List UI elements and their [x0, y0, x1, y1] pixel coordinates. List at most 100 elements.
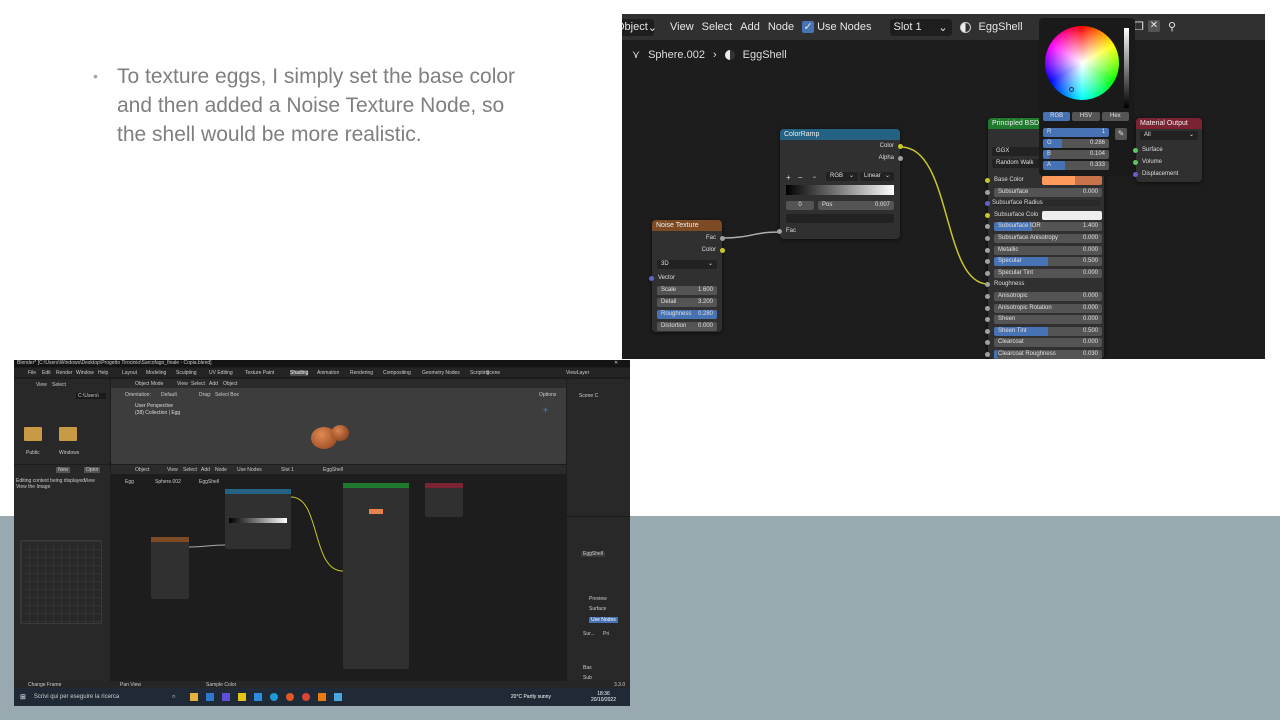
- workspace-tab[interactable]: Texture Paint: [245, 370, 274, 376]
- app-icon[interactable]: [221, 693, 230, 701]
- folder-icon[interactable]: [24, 427, 42, 441]
- socket-fac-out[interactable]: [720, 236, 725, 241]
- workspace-tab[interactable]: UV Editing: [209, 370, 233, 376]
- bsdf-input-row[interactable]: Specular Tint 0.000: [994, 268, 1102, 278]
- bsdf-socket[interactable]: [985, 224, 990, 230]
- bsdf-input-row[interactable]: Sheen Tint 0.500: [994, 326, 1102, 336]
- windows-start-icon[interactable]: ⊞: [20, 693, 26, 701]
- value-slider[interactable]: [1124, 28, 1129, 108]
- bsdf-input-row[interactable]: Anisotropic 0.000: [994, 292, 1102, 301]
- bsdf-input-row[interactable]: Sheen 0.000: [994, 315, 1102, 325]
- socket-displacement[interactable]: [1133, 172, 1138, 177]
- context-view-link[interactable]: View: [84, 478, 95, 484]
- bsdf-input-row[interactable]: Subsurface 0.000: [994, 187, 1102, 197]
- taskbar-search[interactable]: Scrivi qui per eseguire la ricerca: [34, 694, 164, 700]
- app-icon[interactable]: [253, 693, 262, 701]
- bsdf-socket[interactable]: [985, 270, 990, 276]
- socket-vector[interactable]: [649, 276, 654, 281]
- noise-roughness[interactable]: Roughness 0.280: [657, 310, 717, 319]
- socket-color-out[interactable]: [720, 248, 725, 253]
- bsdf-socket[interactable]: [985, 189, 990, 195]
- object-mode-dropdown[interactable]: Object Mode: [135, 381, 163, 387]
- scene-selector[interactable]: Scene: [486, 370, 500, 376]
- app-icon[interactable]: [237, 693, 246, 701]
- 3d-viewport[interactable]: Object Mode View Select Add Object Orien…: [111, 379, 566, 464]
- socket-surface[interactable]: [1133, 148, 1138, 153]
- task-view-icon[interactable]: ○: [172, 694, 176, 700]
- colorramp-mode[interactable]: RGB ⌄: [826, 172, 858, 181]
- tab-hsv[interactable]: HSV: [1072, 112, 1100, 121]
- workspace-tab[interactable]: Sculpting: [176, 370, 197, 376]
- tab-hex[interactable]: Hex: [1101, 112, 1129, 121]
- folder-public[interactable]: Public: [26, 450, 40, 456]
- vp-menu-add[interactable]: Add: [209, 381, 218, 387]
- bsdf-socket[interactable]: [985, 178, 990, 183]
- wheel-cursor-icon[interactable]: [1069, 87, 1074, 92]
- workspace-tab[interactable]: Animation: [317, 370, 339, 376]
- image-grid[interactable]: [20, 540, 102, 624]
- menu-file[interactable]: File: [28, 370, 36, 376]
- noise-detail[interactable]: Detail 3.200: [657, 298, 717, 307]
- socket-fac-in[interactable]: [777, 229, 782, 234]
- colorramp-gradient[interactable]: [786, 185, 894, 195]
- add-stop-icon[interactable]: +: [786, 173, 791, 182]
- workspace-tab[interactable]: Modeling: [146, 370, 166, 376]
- noise-dimension[interactable]: 3D ⌄: [657, 260, 717, 269]
- orientation-dropdown[interactable]: Default: [161, 392, 177, 398]
- bsdf-input-row[interactable]: Metallic 0.000: [994, 245, 1102, 255]
- bsdf-socket[interactable]: [985, 282, 990, 288]
- bsdf-input-row[interactable]: Anisotropic Rotation 0.000: [994, 303, 1102, 313]
- options-dropdown[interactable]: Options: [539, 392, 556, 398]
- app-icon[interactable]: [333, 693, 342, 701]
- bsdf-input-row[interactable]: Clearcoat 0.000: [994, 338, 1102, 348]
- workspace-tab[interactable]: Compositing: [383, 370, 411, 376]
- bsdf-socket[interactable]: [985, 212, 990, 218]
- file-path-field[interactable]: C:\Users\: [76, 393, 106, 399]
- outliner-scene-collection[interactable]: Scene C: [579, 393, 598, 399]
- menu-window[interactable]: Window: [76, 370, 94, 376]
- folder-icon[interactable]: [59, 427, 77, 441]
- drag-dropdown[interactable]: Select Box: [215, 392, 239, 398]
- bsdf-socket[interactable]: [985, 201, 990, 207]
- vp-menu-view[interactable]: View: [177, 381, 188, 387]
- colorramp-node[interactable]: ColorRamp Color Alpha + − ⌄ RGB ⌄ Linear ⌄…: [777, 129, 903, 239]
- bsdf-socket[interactable]: [985, 259, 990, 265]
- weather-widget[interactable]: 20°C Partly sunny: [511, 694, 551, 700]
- socket-alpha[interactable]: [898, 156, 903, 161]
- socket-color[interactable]: [898, 144, 903, 149]
- workspace-tab[interactable]: Rendering: [350, 370, 373, 376]
- prop-surface[interactable]: Surface: [589, 606, 606, 612]
- app-icon[interactable]: [205, 693, 214, 701]
- tab-rgb[interactable]: RGB: [1043, 112, 1071, 121]
- fb-select-menu[interactable]: Select: [52, 382, 66, 388]
- menu-edit[interactable]: Edit: [42, 370, 51, 376]
- bsdf-socket[interactable]: [985, 352, 990, 357]
- menu-render[interactable]: Render: [56, 370, 72, 376]
- chrome-icon[interactable]: [301, 693, 310, 701]
- noise-texture-node[interactable]: Noise Texture Fac Color 3D ⌄ Vector Scale…: [649, 220, 725, 332]
- fb-view-menu[interactable]: View: [36, 382, 47, 388]
- prop-principled[interactable]: Pri: [603, 631, 609, 637]
- material-output-node[interactable]: Material Output All ⌄ Surface Volume Disp…: [1133, 118, 1202, 182]
- base-color-swatch[interactable]: [1042, 176, 1102, 185]
- egg-object[interactable]: [331, 425, 349, 441]
- colorramp-color-swatch[interactable]: [786, 214, 894, 223]
- menu-help[interactable]: Help: [98, 370, 108, 376]
- folder-windows[interactable]: Windows: [59, 450, 79, 456]
- bsdf-socket[interactable]: [985, 328, 990, 334]
- eyedropper-icon[interactable]: ✎: [1115, 128, 1127, 140]
- color-wheel[interactable]: [1045, 26, 1119, 100]
- bsdf-socket[interactable]: [985, 340, 990, 346]
- outliner[interactable]: Scene C: [567, 379, 630, 516]
- workspace-tab[interactable]: Layout: [122, 370, 137, 376]
- clock[interactable]: 18:36 20/10/2022: [591, 691, 616, 703]
- color-b[interactable]: B 0.104: [1043, 150, 1109, 159]
- prop-material-slot[interactable]: EggShell: [581, 551, 606, 557]
- navigation-gizmo-icon[interactable]: ✛: [543, 407, 548, 414]
- colorramp-interp[interactable]: Linear ⌄: [860, 172, 894, 181]
- noise-distortion[interactable]: Distortion 0.000: [657, 322, 717, 331]
- bsdf-socket[interactable]: [985, 317, 990, 323]
- prop-use-nodes-button[interactable]: Use Nodes: [589, 617, 618, 623]
- bsdf-socket[interactable]: [985, 305, 990, 311]
- new-image-button[interactable]: New: [56, 467, 71, 473]
